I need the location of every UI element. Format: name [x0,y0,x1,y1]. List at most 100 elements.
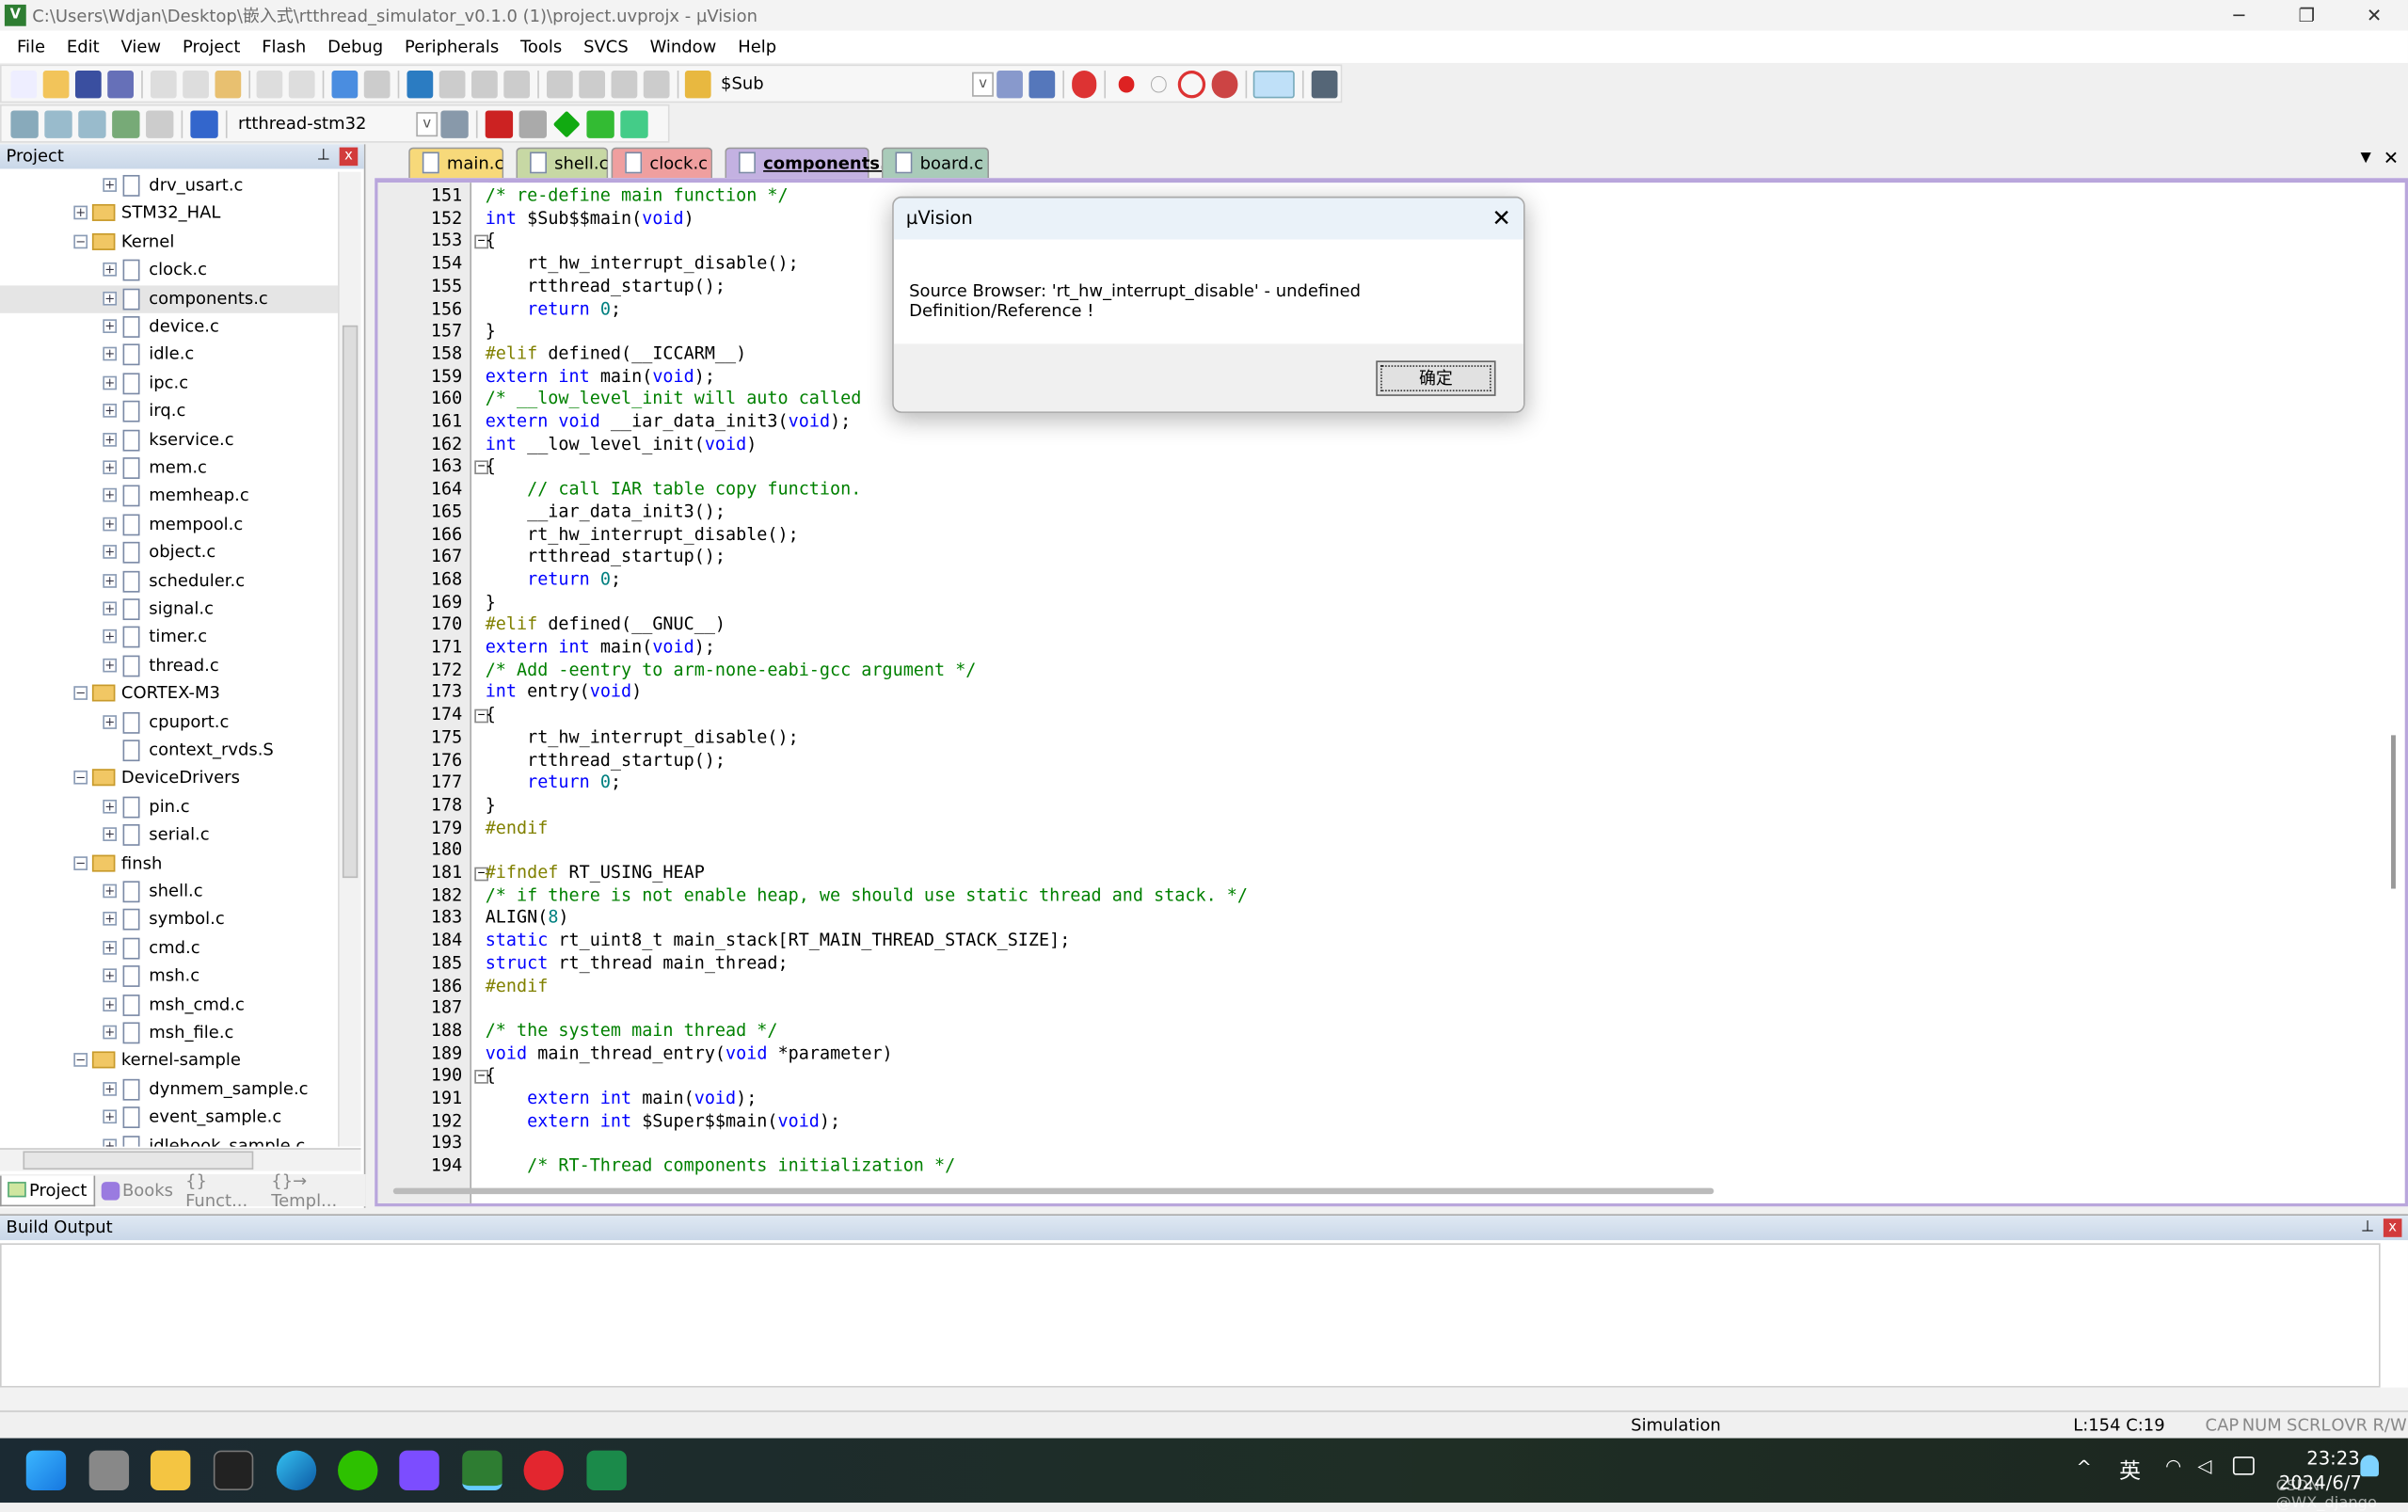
configure-icon[interactable] [1311,70,1338,98]
ime-indicator[interactable]: 英 [2119,1455,2141,1486]
build-output-scrollbar[interactable] [0,1387,2408,1409]
expand-toggle-icon[interactable]: + [103,432,118,447]
software-packs-icon[interactable] [620,109,648,138]
paste-icon[interactable] [214,70,241,98]
expand-toggle-icon[interactable]: + [103,940,118,955]
tree-item[interactable]: + msh_file.c [0,1019,338,1046]
expand-toggle-icon[interactable]: + [103,545,118,560]
expand-toggle-icon[interactable]: + [103,375,118,390]
copy-icon[interactable] [182,70,209,98]
kill-all-breakpoints-icon[interactable] [1210,70,1237,98]
editor-tab-board-c[interactable]: board.c [881,147,990,179]
tabs-dropdown-icon[interactable]: ▼ [2361,151,2371,166]
bookmark-icon[interactable] [407,70,434,98]
tree-item[interactable]: − kernel-sample [0,1047,338,1074]
menu-flash[interactable]: Flash [251,37,317,56]
tree-item[interactable]: + ipc.c [0,370,338,397]
tree-item[interactable]: − DeviceDrivers [0,765,338,792]
close-tab-icon[interactable]: ✕ [2384,148,2399,169]
expand-toggle-icon[interactable]: + [73,206,88,220]
tab-books[interactable]: Books [95,1180,180,1201]
new-file-icon[interactable] [10,70,38,98]
pack-installer-icon[interactable] [586,109,614,138]
menu-debug[interactable]: Debug [317,37,394,56]
tree-item[interactable]: + mempool.c [0,511,338,538]
expand-toggle-icon[interactable]: + [103,714,118,729]
manage-rte-icon[interactable] [552,109,581,137]
indent-icon[interactable] [546,70,573,98]
minimize-button[interactable]: ─ [2206,0,2273,31]
undo-icon[interactable] [257,70,283,98]
tree-item[interactable]: + signal.c [0,596,338,623]
close-panel-icon[interactable]: x [2383,1218,2402,1237]
open-file-icon[interactable] [42,70,70,98]
expand-toggle-icon[interactable]: + [103,1025,118,1040]
expand-toggle-icon[interactable]: + [103,883,118,899]
save-icon[interactable] [74,70,102,98]
expand-toggle-icon[interactable]: + [103,319,118,333]
tree-item[interactable]: + STM32_HAL [0,200,338,228]
tab-templates[interactable]: {}→ Templ... [265,1170,366,1210]
clock-time[interactable]: 23:23 [2306,1447,2359,1469]
expand-toggle-icon[interactable]: − [73,686,88,701]
tree-item[interactable]: − finsh [0,850,338,877]
tree-vertical-scrollbar[interactable] [338,171,361,1147]
build-icon[interactable] [44,109,72,138]
cut-icon[interactable] [150,70,177,98]
prev-bookmark-icon[interactable] [439,70,466,98]
tree-horizontal-scrollbar[interactable] [0,1148,361,1171]
expand-toggle-icon[interactable]: + [103,573,118,588]
menu-tools[interactable]: Tools [510,37,573,56]
tree-item[interactable]: + cmd.c [0,934,338,962]
options-for-target-icon[interactable] [440,109,469,138]
window-layout-icon[interactable] [1253,70,1295,98]
expand-toggle-icon[interactable]: + [103,912,118,927]
target-combo-dropdown[interactable]: v [416,111,439,136]
expand-toggle-icon[interactable]: + [103,827,118,842]
editor-vertical-scrollbar[interactable] [2391,735,2396,889]
terminal-app-icon[interactable] [586,1450,627,1490]
expand-toggle-icon[interactable]: + [103,347,118,361]
tree-item[interactable]: + mem.c [0,454,338,482]
tree-item[interactable]: + thread.c [0,652,338,679]
tree-item[interactable]: + pin.c [0,793,338,820]
task-view-icon[interactable] [88,1450,130,1490]
expand-toggle-icon[interactable]: + [103,996,118,1011]
select-packs-icon[interactable] [518,109,547,138]
download-load-icon[interactable] [190,109,218,138]
expand-toggle-icon[interactable]: + [103,178,118,192]
expand-toggle-icon[interactable]: + [103,517,118,532]
debug-session-icon[interactable] [1071,70,1097,98]
netease-music-icon[interactable] [523,1450,564,1490]
menu-edit[interactable]: Edit [56,37,110,56]
volume-icon[interactable]: ◁ [2197,1455,2211,1476]
expand-toggle-icon[interactable]: + [103,488,118,503]
tree-item[interactable]: + components.c [0,284,339,313]
tab-functions[interactable]: {} Funct... [180,1170,265,1210]
tree-item[interactable]: + drv_usart.c [0,172,338,199]
target-combo[interactable]: rtthread-stm32 [238,114,410,134]
disable-breakpoint-icon[interactable] [1151,75,1168,92]
battery-icon[interactable] [2232,1456,2255,1475]
ok-button[interactable]: 确定 [1376,360,1496,396]
rebuild-icon[interactable] [78,109,106,138]
tree-item[interactable]: − CORTEX-M3 [0,680,338,708]
menu-peripherals[interactable]: Peripherals [394,37,510,56]
tree-item[interactable]: + device.c [0,313,338,341]
notification-bell-icon[interactable] [2360,1455,2379,1477]
clear-bookmarks-icon[interactable] [503,70,530,98]
pin-icon[interactable]: ⊥ [317,144,330,168]
expand-toggle-icon[interactable]: + [103,404,118,419]
expand-toggle-icon[interactable]: + [103,968,118,983]
expand-toggle-icon[interactable]: − [73,771,88,786]
wechat-icon[interactable] [338,1450,378,1490]
redo-icon[interactable] [289,70,316,98]
file-explorer-icon[interactable] [150,1450,191,1490]
build-output-text[interactable] [0,1243,2381,1388]
find-icon[interactable] [996,70,1023,98]
navigate-back-icon[interactable] [331,70,359,98]
next-bookmark-icon[interactable] [470,70,498,98]
expand-toggle-icon[interactable]: + [103,658,118,673]
tree-item[interactable]: + cpuport.c [0,708,338,736]
menu-project[interactable]: Project [172,37,251,56]
